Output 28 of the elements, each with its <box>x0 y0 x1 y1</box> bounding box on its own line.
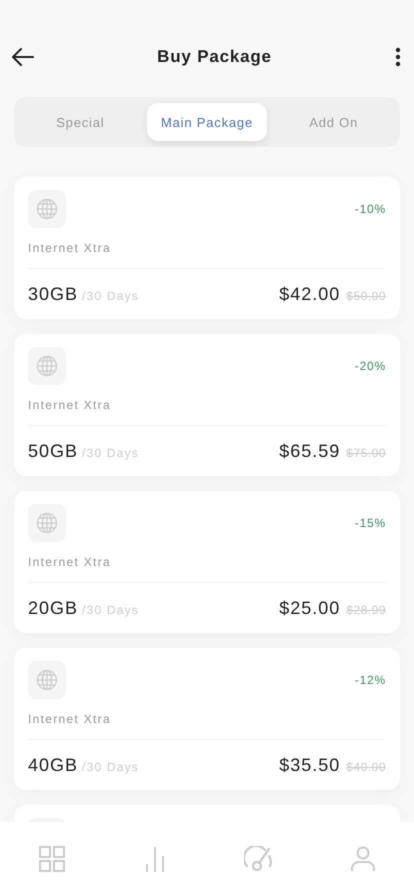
more-icon[interactable] <box>394 47 401 67</box>
quota-text: 30GB <box>28 284 78 305</box>
globe-icon <box>28 190 66 228</box>
discount-label: -12% <box>354 673 386 687</box>
globe-icon <box>28 504 66 542</box>
quota-text: 50GB <box>28 441 78 462</box>
grid-icon[interactable] <box>39 846 66 872</box>
quota-text: 20GB <box>28 598 78 619</box>
profile-icon[interactable] <box>350 846 375 872</box>
discount-label: -20% <box>354 359 386 373</box>
globe-icon <box>28 347 66 385</box>
package-name: Internet Xtra <box>28 241 386 269</box>
price-text: $65.59 <box>279 441 340 462</box>
globe-icon <box>28 661 66 699</box>
tab[interactable]: Main Package <box>146 103 268 141</box>
quota-text: 40GB <box>28 755 78 776</box>
page-title: Buy Package <box>157 47 272 67</box>
package-name: Internet Xtra <box>28 555 386 583</box>
bar-chart-icon[interactable] <box>144 846 166 872</box>
package-name: Internet Xtra <box>28 398 386 426</box>
discount-label: -15% <box>354 516 386 530</box>
price-text: $35.50 <box>279 755 340 776</box>
price-text: $42.00 <box>279 284 340 305</box>
back-icon[interactable] <box>12 48 34 66</box>
package-name: Internet Xtra <box>28 712 386 740</box>
discount-label: -10% <box>354 202 386 216</box>
speedometer-icon[interactable] <box>244 846 272 872</box>
price-text: $25.00 <box>279 598 340 619</box>
